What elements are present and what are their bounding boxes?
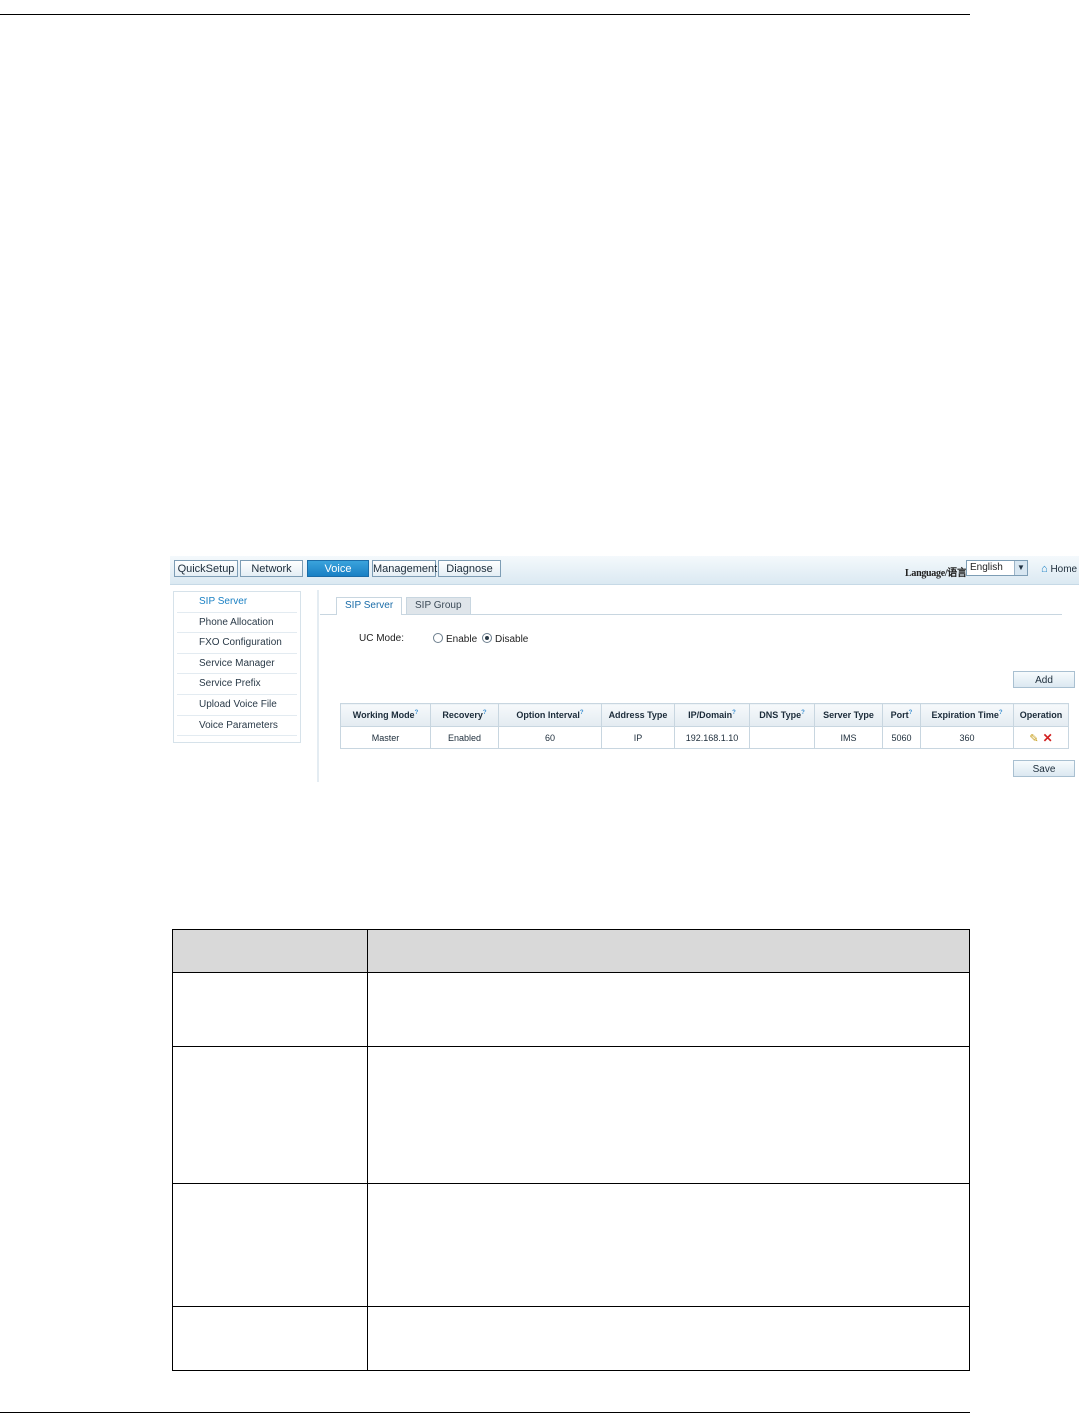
table-row: [172, 1183, 970, 1307]
sidebar-divider: [317, 590, 319, 782]
table-row: [172, 972, 970, 1047]
save-button[interactable]: Save: [1013, 760, 1075, 777]
uc-mode-enable-option[interactable]: Enable: [433, 633, 477, 645]
sidebar: SIP Server Phone Allocation FXO Configur…: [173, 591, 301, 743]
table-row: [172, 1046, 970, 1184]
doc-cell: [367, 1183, 970, 1307]
sidebar-item-service-manager[interactable]: Service Manager: [177, 654, 297, 675]
radio-disable[interactable]: [482, 633, 492, 643]
col-expiration-time: Expiration Time?: [920, 703, 1014, 727]
col-option-interval: Option Interval?: [498, 703, 602, 727]
uc-mode-enable-label: Enable: [446, 634, 478, 645]
doc-cell: [367, 1046, 970, 1184]
doc-header-cell-2: [367, 929, 970, 973]
cell-recovery: Enabled: [430, 726, 499, 749]
doc-cell: [172, 1046, 368, 1184]
language-select[interactable]: English ▼: [966, 560, 1028, 576]
doc-cell: [367, 1306, 970, 1371]
nav-voice[interactable]: Voice: [307, 560, 369, 577]
add-button[interactable]: Add: [1013, 671, 1075, 688]
language-label: Language/语言:: [905, 568, 970, 579]
sidebar-item-upload-voice-file[interactable]: Upload Voice File: [177, 695, 297, 716]
cell-expiration-time: 360: [920, 726, 1014, 749]
tab-bar: SIP Server SIP Group: [320, 594, 1062, 615]
cell-option-interval: 60: [498, 726, 602, 749]
col-dns-type: DNS Type?: [749, 703, 815, 727]
table-header-row: Working Mode? Recovery? Option Interval?…: [340, 703, 1069, 727]
nav-network[interactable]: Network: [240, 560, 303, 577]
nav-quicksetup[interactable]: QuickSetup: [174, 560, 238, 577]
sidebar-item-sip-server[interactable]: SIP Server: [177, 592, 297, 613]
doc-cell: [172, 1306, 368, 1371]
cell-address-type: IP: [601, 726, 675, 749]
delete-icon[interactable]: ✕: [1043, 731, 1053, 745]
parameter-description-table: [172, 929, 970, 1371]
sidebar-item-service-prefix[interactable]: Service Prefix: [177, 674, 297, 695]
doc-cell: [172, 1183, 368, 1307]
page-header-rule: [0, 14, 970, 15]
edit-icon[interactable]: ✎: [1029, 733, 1038, 745]
nav-diagnose[interactable]: Diagnose: [438, 560, 501, 577]
tab-sip-group[interactable]: SIP Group: [406, 597, 471, 614]
web-config-screenshot: QuickSetup Network Voice Management Diag…: [170, 556, 1079, 782]
uc-mode-disable-label: Disable: [495, 634, 529, 645]
cell-operation: ✎ ✕: [1013, 726, 1069, 749]
cell-working-mode: Master: [340, 726, 431, 749]
radio-enable[interactable]: [433, 633, 443, 643]
sidebar-item-voice-parameters[interactable]: Voice Parameters: [177, 716, 297, 737]
col-port: Port?: [882, 703, 921, 727]
cell-dns-type: [749, 726, 815, 749]
doc-cell: [172, 972, 368, 1047]
cell-server-type: IMS: [814, 726, 883, 749]
col-working-mode: Working Mode?: [340, 703, 431, 727]
doc-cell: [367, 972, 970, 1047]
doc-header-cell-1: [172, 929, 368, 973]
col-operation: Operation: [1013, 703, 1069, 727]
nav-management[interactable]: Management: [372, 560, 437, 577]
chevron-down-icon[interactable]: ▼: [1014, 561, 1027, 575]
col-recovery: Recovery?: [430, 703, 499, 727]
home-label: Home: [1050, 564, 1078, 575]
table-row: [172, 1306, 970, 1371]
col-server-type: Server Type: [814, 703, 883, 727]
home-link[interactable]: ⌂ Home: [1041, 563, 1077, 575]
uc-mode-label: UC Mode:: [359, 633, 405, 644]
sidebar-item-fxo-configuration[interactable]: FXO Configuration: [177, 633, 297, 654]
uc-mode-disable-option[interactable]: Disable: [482, 633, 528, 645]
cell-port: 5060: [882, 726, 921, 749]
col-ip-domain: IP/Domain?: [674, 703, 750, 727]
sip-server-table: Working Mode? Recovery? Option Interval?…: [340, 703, 1069, 749]
sidebar-item-phone-allocation[interactable]: Phone Allocation: [177, 613, 297, 634]
col-address-type: Address Type: [601, 703, 675, 727]
language-selected-value: English: [970, 562, 1003, 573]
cell-ip-domain: 192.168.1.10: [674, 726, 750, 749]
tab-sip-server[interactable]: SIP Server: [336, 597, 403, 615]
doc-table-header: [172, 929, 970, 973]
top-navigation-bar: QuickSetup Network Voice Management Diag…: [170, 556, 1079, 585]
home-icon: ⌂: [1041, 563, 1048, 575]
page-footer-rule: [0, 1412, 970, 1413]
table-row: Master Enabled 60 IP 192.168.1.10 IMS 50…: [340, 726, 1069, 749]
